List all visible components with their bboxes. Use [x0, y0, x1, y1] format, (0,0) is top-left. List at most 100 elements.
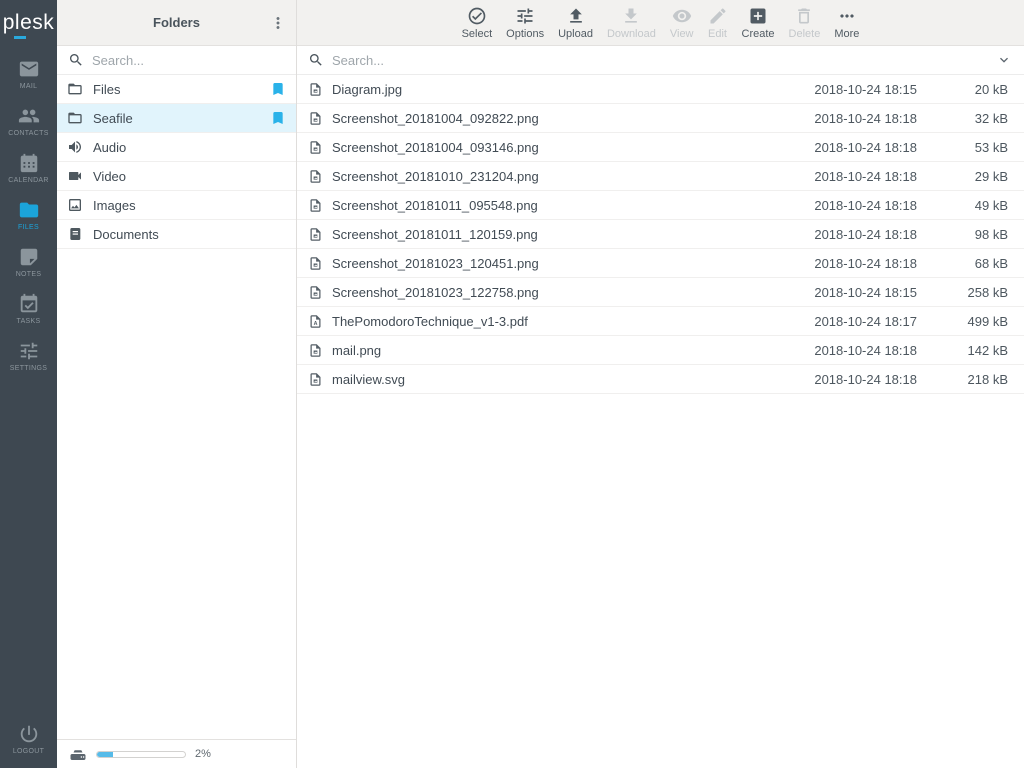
- options-button[interactable]: Options: [499, 6, 551, 40]
- file-date: 2018-10-24 18:17: [799, 314, 917, 329]
- select-button[interactable]: Select: [455, 6, 500, 40]
- files-search-row: [297, 46, 1024, 75]
- file-row[interactable]: Screenshot_20181004_093146.png2018-10-24…: [297, 133, 1024, 162]
- mail-icon: [18, 58, 40, 80]
- file-size: 29 kB: [926, 169, 1008, 184]
- rail-nav: MAIL CONTACTS CALENDARFILESNOTESTASKSSETTI…: [0, 46, 57, 379]
- folders-panel-title: Folders: [153, 15, 200, 30]
- search-icon: [308, 52, 324, 68]
- folder-item-audio[interactable]: Audio: [57, 133, 296, 162]
- file-name: mail.png: [332, 343, 790, 358]
- folder-item-seafile[interactable]: Seafile: [57, 104, 296, 133]
- kebab-menu-icon[interactable]: [265, 10, 291, 36]
- file-date: 2018-10-24 18:18: [799, 169, 917, 184]
- file-row[interactable]: Screenshot_20181011_095548.png2018-10-24…: [297, 191, 1024, 220]
- app-rail: plesk MAIL CONTACTS CALENDARFILESNOTESTASK…: [0, 0, 57, 768]
- file-icon: [308, 82, 323, 97]
- edit-icon: [708, 6, 728, 26]
- file-date: 2018-10-24 18:18: [799, 256, 917, 271]
- file-name: Diagram.jpg: [332, 82, 790, 97]
- chevron-down-icon[interactable]: [996, 52, 1012, 68]
- folders-panel: Folders Files Seafile Audio Video Images Docu…: [57, 0, 297, 768]
- folder-item-documents[interactable]: Documents: [57, 220, 296, 249]
- plesk-logo-underline: [14, 36, 26, 39]
- plesk-logo[interactable]: plesk: [0, 0, 57, 46]
- file-size: 142 kB: [926, 343, 1008, 358]
- folder-item-images[interactable]: Images: [57, 191, 296, 220]
- file-manager-main: SelectOptionsUploadDownloadViewEditCreat…: [297, 0, 1024, 768]
- file-row[interactable]: Screenshot_20181023_120451.png 2018-10-24…: [297, 249, 1024, 278]
- search-icon: [68, 52, 84, 68]
- file-row[interactable]: mail.png 2018-10-24 18:18 142 kB: [297, 336, 1024, 365]
- sidebar-item-tasks[interactable]: TASKS: [0, 285, 57, 332]
- sidebar-item-calendar[interactable]: CALENDAR: [0, 144, 57, 191]
- file-row[interactable]: Screenshot_20181004_092822.png 2018-10-24…: [297, 104, 1024, 133]
- file-name: ThePomodoroTechnique_v1-3.pdf: [332, 314, 790, 329]
- pdf-icon: A: [308, 314, 323, 329]
- file-name: Screenshot_20181011_095548.png: [332, 198, 790, 213]
- sidebar-item-notes[interactable]: NOTES: [0, 238, 57, 285]
- file-icon: [308, 343, 323, 358]
- file-row[interactable]: Screenshot_20181010_231204.png 2018-10-24…: [297, 162, 1024, 191]
- sidebar-item-settings[interactable]: SETTINGS: [0, 332, 57, 379]
- folder-item-files[interactable]: Files: [57, 75, 296, 104]
- file-size: 68 kB: [926, 256, 1008, 271]
- folders-search-input[interactable]: [92, 53, 285, 68]
- files-search-input[interactable]: [332, 53, 988, 68]
- bookmark-icon[interactable]: [270, 110, 286, 126]
- file-size: 258 kB: [926, 285, 1008, 300]
- toolbar-button-label: More: [834, 28, 859, 40]
- file-icon: [308, 111, 323, 126]
- folder-item-label: Audio: [93, 140, 126, 155]
- file-name: Screenshot_20181023_120451.png: [332, 256, 790, 271]
- sidebar-item-label: MAIL: [20, 83, 38, 90]
- more-button[interactable]: More: [827, 6, 866, 40]
- select-icon: [467, 6, 487, 26]
- file-size: 49 kB: [926, 198, 1008, 213]
- sidebar-item-contacts[interactable]: CONTACTS: [0, 97, 57, 144]
- file-row[interactable]: Diagram.jpg2018-10-24 18:1520 kB: [297, 75, 1024, 104]
- file-row[interactable]: Screenshot_20181011_120159.png2018-10-24…: [297, 220, 1024, 249]
- file-size: 218 kB: [926, 372, 1008, 387]
- documents-icon: [67, 226, 83, 242]
- storage-progress-fill: [97, 752, 113, 757]
- file-date: 2018-10-24 18:18: [799, 343, 917, 358]
- settings-icon: [18, 340, 40, 362]
- file-row[interactable]: A ThePomodoroTechnique_v1-3.pdf 2018-10-24…: [297, 307, 1024, 336]
- view-icon: [672, 6, 692, 26]
- folder-item-label: Seafile: [93, 111, 133, 126]
- bookmark-icon[interactable]: [270, 81, 286, 97]
- file-row[interactable]: mailview.svg2018-10-24 18:18218 kB: [297, 365, 1024, 394]
- file-icon: [308, 285, 323, 300]
- file-row[interactable]: Screenshot_20181023_122758.png 2018-10-24…: [297, 278, 1024, 307]
- upload-icon: [566, 6, 586, 26]
- file-size: 20 kB: [926, 82, 1008, 97]
- file-name: Screenshot_20181023_122758.png: [332, 285, 790, 300]
- sidebar-item-label: LOGOUT: [13, 748, 44, 755]
- file-icon: [308, 140, 323, 155]
- file-name: Screenshot_20181010_231204.png: [332, 169, 790, 184]
- file-name: Screenshot_20181004_092822.png: [332, 111, 790, 126]
- file-icon: [308, 227, 323, 242]
- file-date: 2018-10-24 18:15: [799, 285, 917, 300]
- file-name: mailview.svg: [332, 372, 790, 387]
- file-size: 32 kB: [926, 111, 1008, 126]
- sidebar-item-label: CONTACTS: [8, 130, 48, 137]
- sidebar-item-logout[interactable]: LOGOUT: [0, 715, 57, 762]
- file-size: 499 kB: [926, 314, 1008, 329]
- create-button[interactable]: Create: [735, 6, 782, 40]
- toolbar-button-label: Edit: [708, 28, 727, 40]
- disk-icon: [69, 745, 87, 763]
- notes-icon: [18, 246, 40, 268]
- upload-button[interactable]: Upload: [551, 6, 600, 40]
- folder-item-label: Images: [93, 198, 136, 213]
- toolbar-button-label: View: [670, 28, 694, 40]
- sidebar-item-mail[interactable]: MAIL: [0, 50, 57, 97]
- svg-text:A: A: [314, 320, 318, 326]
- folder-item-video[interactable]: Video: [57, 162, 296, 191]
- storage-progress-bar: [96, 751, 186, 758]
- folder-item-label: Documents: [93, 227, 159, 242]
- sidebar-item-files[interactable]: FILES: [0, 191, 57, 238]
- file-date: 2018-10-24 18:18: [799, 111, 917, 126]
- toolbar-button-label: Upload: [558, 28, 593, 40]
